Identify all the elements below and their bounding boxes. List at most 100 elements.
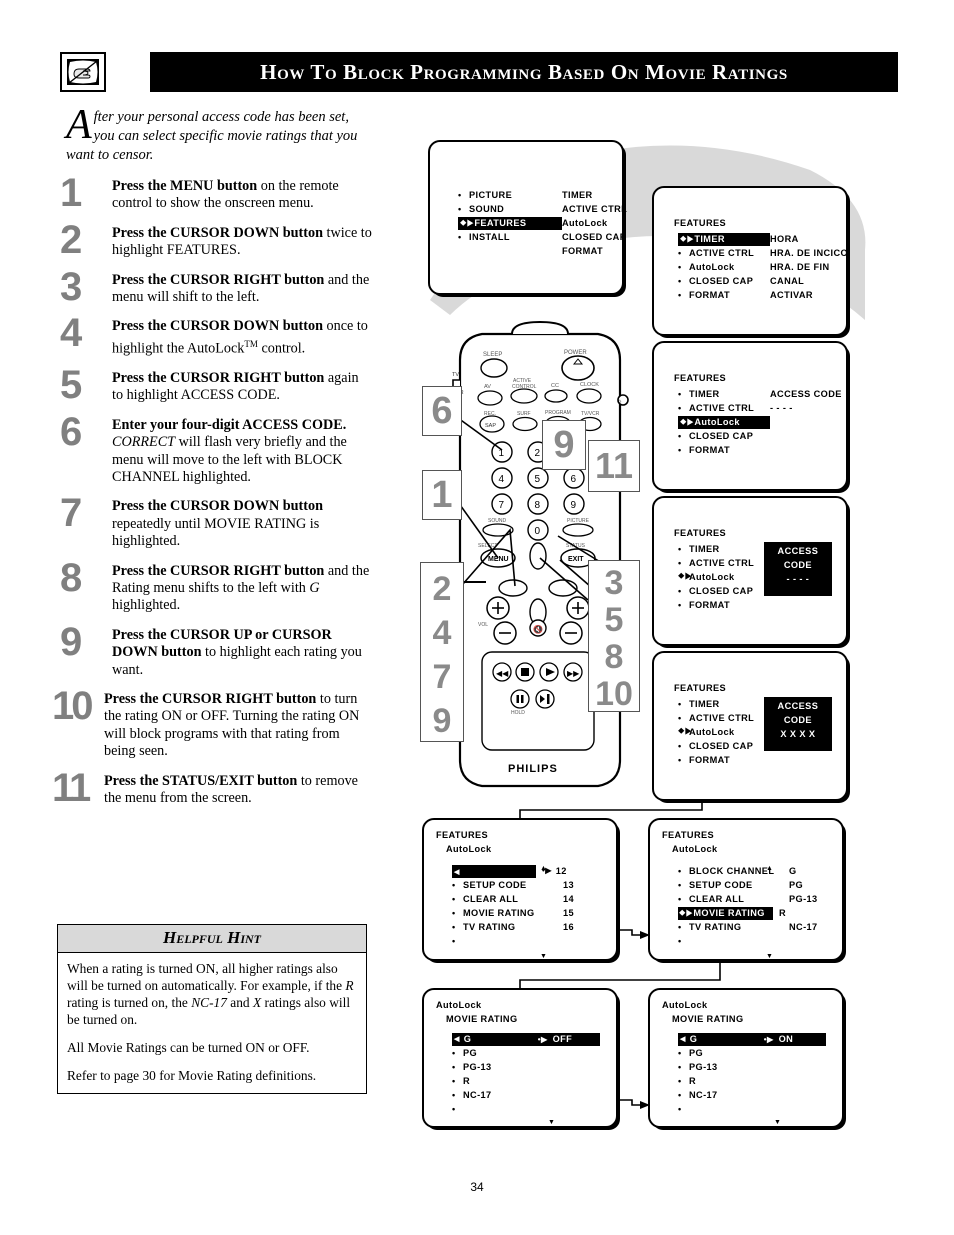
rating-row[interactable]: • PG-13 bbox=[678, 1060, 832, 1074]
menu-item[interactable]: • bbox=[678, 934, 832, 948]
step-number: 7 bbox=[60, 491, 82, 536]
menu-item[interactable]: • SETUP CODE PG bbox=[678, 878, 832, 892]
menu-item-highlighted[interactable]: ⯁▶FEATURES bbox=[458, 216, 562, 230]
screen-title: FEATURES bbox=[674, 528, 727, 538]
rating-row[interactable]: • NC-17 bbox=[452, 1088, 606, 1102]
menu-item-label: FORMAT bbox=[689, 290, 731, 300]
rating-row[interactable]: • bbox=[452, 1102, 606, 1116]
screen-title: FEATURES bbox=[674, 683, 727, 693]
scroll-up-icon: ▲ bbox=[774, 1033, 782, 1040]
bullet-icon: • bbox=[452, 1062, 456, 1072]
rating-row[interactable]: • PG bbox=[678, 1046, 832, 1060]
bullet-icon: • bbox=[678, 1048, 682, 1058]
menu-item-highlighted[interactable]: ⯁▶MOVIE RATING R bbox=[678, 906, 832, 920]
menu-item[interactable]: • TIMER bbox=[678, 387, 770, 401]
menu-item[interactable]: • FORMAT bbox=[678, 753, 764, 767]
step-text: Press the CURSOR DOWN button repeatedly … bbox=[112, 498, 323, 550]
rating-row-highlighted[interactable]: ◀ G •▶ ON bbox=[678, 1032, 832, 1046]
menu-item[interactable]: • FORMAT bbox=[678, 443, 770, 457]
step-4: 4 Press the CURSOR DOWN button once to hi… bbox=[60, 314, 372, 358]
menu-item[interactable]: • SETUP CODE 13 bbox=[452, 878, 606, 892]
helpful-hint-box: Helpful Hint When a rating is turned ON,… bbox=[57, 924, 367, 1094]
menu-item[interactable]: • ACTIVE CTRL bbox=[678, 556, 764, 570]
menu-item-label: MOVIE RATING bbox=[463, 908, 535, 918]
rating-row[interactable]: • PG-13 bbox=[452, 1060, 606, 1074]
svg-text:POWER: POWER bbox=[564, 350, 587, 356]
menu-item[interactable]: • CLOSED CAP bbox=[678, 429, 770, 443]
menu-item-cursor[interactable]: ⯁▶ AutoLock bbox=[678, 725, 764, 739]
screen-subtitle: MOVIE RATING bbox=[672, 1014, 744, 1024]
menu-item[interactable]: • BLOCK CHANNEL G bbox=[678, 864, 832, 878]
svg-text:MENU: MENU bbox=[488, 556, 509, 563]
bullet-icon: • bbox=[678, 403, 682, 413]
bullet-icon: • bbox=[678, 755, 682, 765]
menu-item[interactable]: • bbox=[452, 934, 606, 948]
svg-text:5: 5 bbox=[535, 474, 541, 485]
menu-item[interactable]: • SOUND bbox=[458, 202, 562, 216]
svg-text:AV: AV bbox=[484, 384, 491, 390]
menu-item-label: PICTURE bbox=[469, 190, 513, 200]
menu-item[interactable]: • AutoLock bbox=[678, 260, 770, 274]
rating-row[interactable]: • bbox=[678, 1102, 832, 1116]
svg-text:◀◀: ◀◀ bbox=[496, 669, 509, 678]
menu-item[interactable]: • FORMAT bbox=[678, 288, 770, 302]
access-code-panel: ACCESS CODE - - - - bbox=[763, 542, 832, 596]
submenu-item-label: HORA bbox=[770, 234, 799, 244]
menu-item[interactable]: • TV RATING 16 bbox=[452, 920, 606, 934]
menu-item[interactable]: • TV RATING NC-17 bbox=[678, 920, 832, 934]
bullet-icon: • bbox=[452, 908, 456, 918]
submenu-item: HRA. DE FIN bbox=[770, 260, 848, 274]
menu-item-highlighted[interactable]: ⯁▶TIMER bbox=[678, 232, 770, 246]
svg-text:☼: ☼ bbox=[616, 398, 622, 405]
helpful-hint-body: When a rating is turned ON, all higher r… bbox=[58, 953, 366, 1093]
svg-text:SURF: SURF bbox=[517, 411, 531, 417]
menu-item[interactable]: • CLOSED CAP bbox=[678, 274, 770, 288]
rating-row[interactable]: • R bbox=[452, 1074, 606, 1088]
menu-item[interactable]: • CLEAR ALL PG-13 bbox=[678, 892, 832, 906]
rating-row-highlighted[interactable]: ◀ G •▶ OFF bbox=[452, 1032, 606, 1046]
menu-item[interactable]: • ACTIVE CTRL bbox=[678, 711, 764, 725]
menu-item[interactable]: • TIMER bbox=[678, 697, 764, 711]
menu-item-value: NC-17 bbox=[789, 922, 818, 932]
step-number: 9 bbox=[60, 619, 82, 664]
bullet-icon: • bbox=[678, 276, 682, 286]
header-banner: How to Block Programming Based on Movie … bbox=[150, 52, 898, 92]
bullet-icon: • bbox=[452, 922, 456, 932]
menu-item[interactable]: • CLEAR ALL 14 bbox=[452, 892, 606, 906]
menu-item[interactable]: • ACTIVE CTRL bbox=[678, 246, 770, 260]
screen-main-menu: • PICTURE • SOUND ⯁▶FEATURES • INSTALL TIME… bbox=[428, 140, 627, 295]
submenu-item-label: HRA. DE FIN bbox=[770, 262, 830, 272]
menu-item-label: CLEAR ALL bbox=[689, 894, 745, 904]
callout-2: 2 bbox=[432, 570, 452, 608]
menu-item-label: CLOSED CAP bbox=[689, 741, 754, 751]
step-10: 10 Press the CURSOR RIGHT button to turn … bbox=[52, 686, 372, 761]
svg-text:🔇: 🔇 bbox=[533, 624, 543, 634]
menu-item[interactable]: • CLOSED CAP bbox=[678, 739, 764, 753]
menu-item-label: ACTIVE CTRL bbox=[689, 713, 755, 723]
bullet-icon: • bbox=[678, 741, 682, 751]
menu-item[interactable]: • PICTURE bbox=[458, 188, 562, 202]
rating-row[interactable]: • NC-17 bbox=[678, 1088, 832, 1102]
menu-item[interactable]: • TIMER bbox=[678, 542, 764, 556]
menu-item[interactable]: • FORMAT bbox=[678, 598, 764, 612]
rating-row[interactable]: • R bbox=[678, 1074, 832, 1088]
menu-item-highlighted[interactable]: ⯁▶AutoLock bbox=[678, 415, 770, 429]
bullet-icon: • bbox=[458, 190, 462, 200]
bullet-icon: • bbox=[678, 445, 682, 455]
menu-item-cursor[interactable]: ⯁▶ AutoLock bbox=[678, 570, 764, 584]
bullet-icon: • bbox=[678, 600, 682, 610]
rating-row[interactable]: • PG bbox=[452, 1046, 606, 1060]
menu-item-label: SETUP CODE bbox=[463, 880, 527, 890]
menu-item[interactable]: • INSTALL bbox=[458, 230, 562, 244]
bullet-icon: • bbox=[678, 431, 682, 441]
menu-item[interactable]: • ACTIVE CTRL bbox=[678, 401, 770, 415]
menu-item[interactable]: • MOVIE RATING 15 bbox=[452, 906, 606, 920]
menu-item-label: CLOSED CAP bbox=[689, 431, 754, 441]
menu-item[interactable]: • CLOSED CAP bbox=[678, 584, 764, 598]
menu-item-highlighted[interactable]: ◀ BLOCK CHANNEL •▶ 12 bbox=[452, 864, 606, 890]
main-menu-left-column: • PICTURE • SOUND ⯁▶FEATURES • INSTALL bbox=[458, 188, 562, 258]
bullet-icon: • bbox=[452, 936, 456, 946]
svg-text:REC.: REC. bbox=[484, 411, 496, 417]
submenu-item: HORA bbox=[770, 232, 848, 246]
screen-autolock-movie-rating: FEATURES AutoLock ▲ ▼ • BLOCK CHANNEL G • S… bbox=[648, 818, 844, 961]
